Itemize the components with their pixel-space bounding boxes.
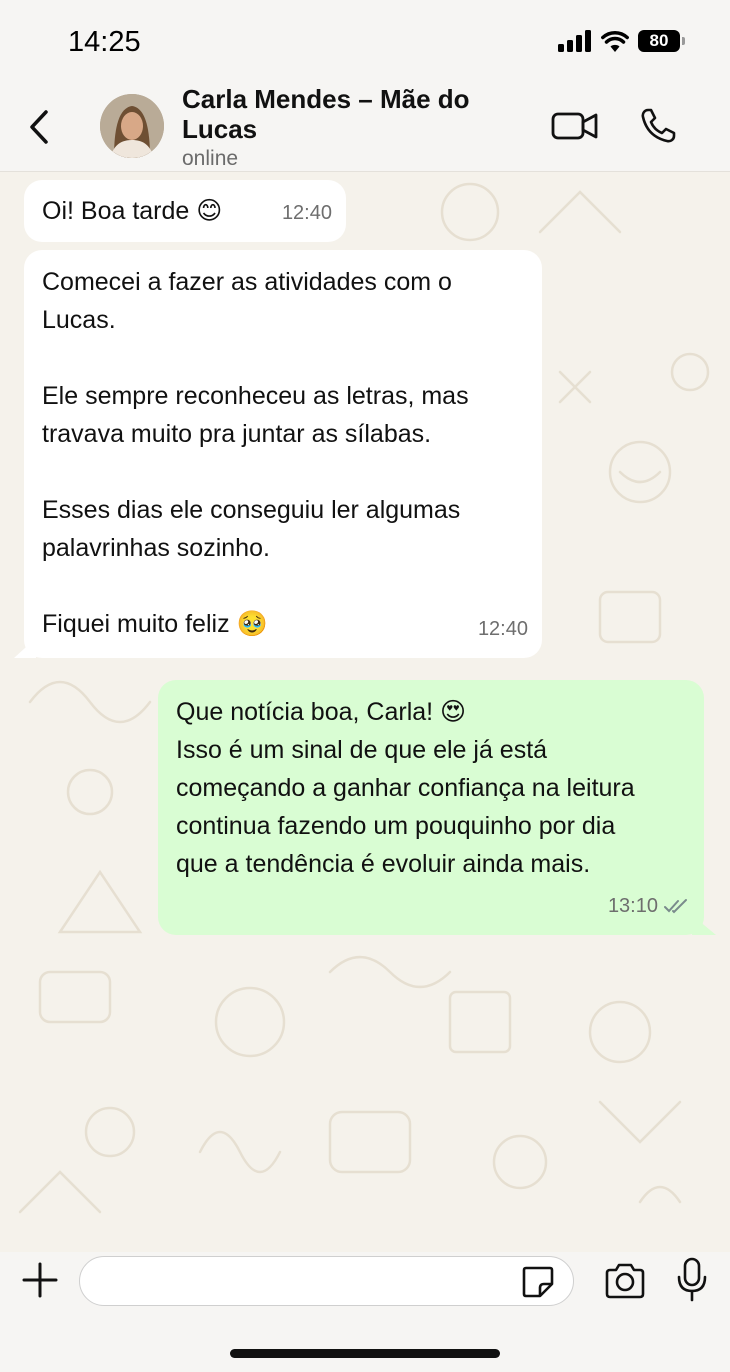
contact-name[interactable]: Carla Mendes – Mãe do Lucas	[182, 84, 527, 144]
message-bubble-incoming[interactable]: Comecei a fazer as atividades com o Luca…	[24, 250, 542, 658]
wifi-icon	[601, 30, 629, 52]
status-bar: 14:25 80	[0, 0, 730, 80]
camera-icon[interactable]	[603, 1261, 647, 1301]
sticker-icon[interactable]	[520, 1264, 556, 1300]
chat-area[interactable]: Oi! Boa tarde 😊 12:40 Comecei a fazer as…	[0, 172, 730, 1252]
message-time: 12:40	[281, 202, 332, 224]
message-time: 12:40	[477, 618, 528, 640]
chat-header: Carla Mendes – Mãe do Lucas online	[0, 80, 730, 172]
status-time: 14:25	[68, 26, 141, 58]
message-input[interactable]	[79, 1256, 574, 1306]
mic-icon[interactable]	[676, 1257, 708, 1303]
contact-status: online	[182, 147, 239, 170]
message-text: Que notícia boa, Carla! 😍 Isso é um sina…	[176, 698, 635, 878]
plus-icon[interactable]	[20, 1260, 60, 1300]
phone-icon[interactable]	[638, 106, 678, 146]
message-bubble-incoming[interactable]: Oi! Boa tarde 😊 12:40	[24, 180, 346, 242]
message-text: Comecei a fazer as atividades com o Luca…	[42, 268, 469, 638]
battery-icon: 80	[638, 30, 685, 52]
message-bubble-outgoing[interactable]: Que notícia boa, Carla! 😍 Isso é um sina…	[158, 680, 704, 935]
back-icon[interactable]	[22, 106, 56, 148]
signal-icon	[558, 30, 591, 52]
message-time: 13:10	[607, 895, 658, 917]
home-indicator	[230, 1349, 500, 1358]
status-icons: 80	[558, 26, 685, 56]
avatar[interactable]	[100, 94, 164, 158]
input-bar	[0, 1252, 730, 1372]
video-call-icon[interactable]	[551, 108, 599, 144]
chat-screen: 14:25 80 Carla Mendes – Mãe do Lucas onl…	[0, 0, 730, 1372]
double-check-icon	[664, 899, 687, 914]
message-meta: 13:10	[608, 887, 690, 925]
avatar-photo	[100, 94, 164, 158]
battery-level: 80	[649, 31, 669, 50]
